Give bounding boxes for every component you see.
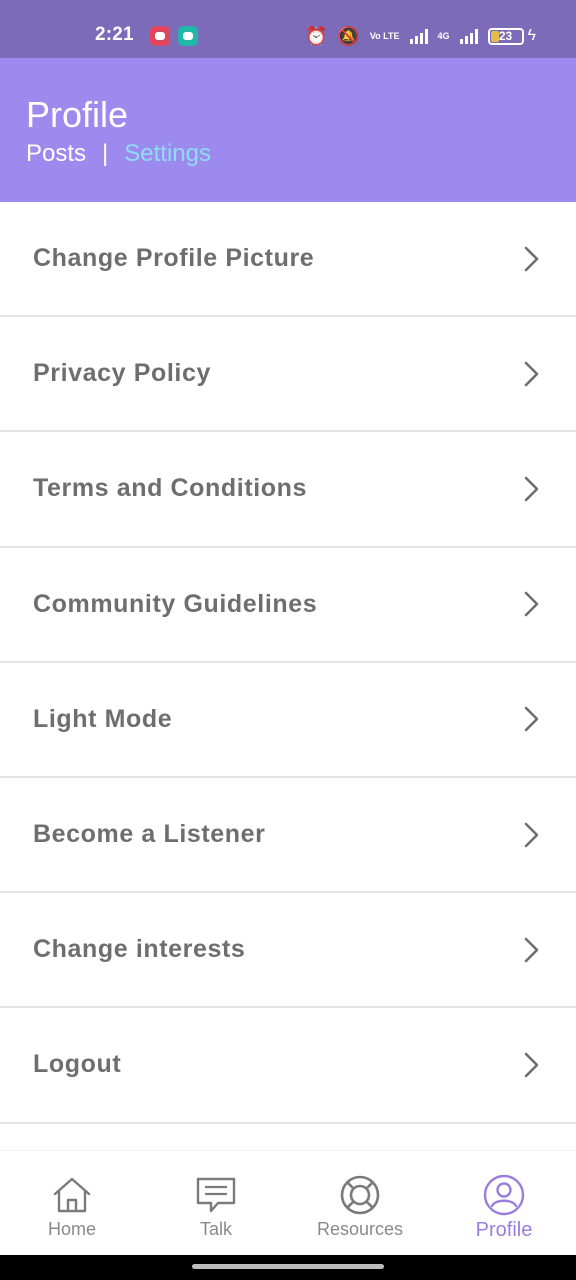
settings-item-label: Logout [33,1050,122,1079]
chevron-right-icon [524,476,539,502]
signal-icon [409,28,428,44]
settings-item-label: Community Guidelines [33,589,318,618]
settings-item-light-mode[interactable]: Light Mode [0,663,576,778]
4g-signal-icon [459,28,478,44]
volte-icon: Vo LTE [369,30,400,41]
screen-record-icon [150,26,170,46]
nav-item-profile[interactable]: Profile [432,1151,576,1255]
tab-posts[interactable]: Posts [26,140,86,168]
settings-item-terms-and-conditions[interactable]: Terms and Conditions [0,432,576,548]
battery-icon: 23 [487,27,524,45]
settings-item-change-profile-picture[interactable]: Change Profile Picture [0,202,576,318]
tab-settings[interactable]: Settings [124,140,211,168]
page-title: Profile [26,94,129,135]
chevron-right-icon [524,1052,539,1078]
status-bar: 2:21 ⏰ 🔕 Vo LTE 4G 23 ϟ [0,0,576,58]
profile-header: Profile Posts | Settings [0,58,576,202]
settings-item-label: Change Profile Picture [33,244,315,273]
tab-separator: | [102,140,109,167]
settings-item-label: Privacy Policy [33,359,211,388]
nav-label: Home [47,1219,96,1239]
settings-item-label: Terms and Conditions [33,474,308,503]
nav-item-resources[interactable]: Resources [288,1151,432,1255]
settings-item-label: Become a Listener [33,820,266,849]
settings-item-community-guidelines[interactable]: Community Guidelines [0,548,576,663]
bottom-nav: Home Talk Resources Profile [0,1150,576,1255]
chevron-right-icon [524,246,539,271]
chevron-right-icon [524,591,539,617]
chevron-right-icon [524,822,539,847]
header-tabs: Posts | Settings [26,140,211,168]
status-icons: ⏰ 🔕 Vo LTE 4G 23 ϟ [305,26,536,46]
settings-item-logout[interactable]: Logout [0,1008,576,1124]
charging-icon: ϟ [527,27,536,44]
status-time: 2:21 [95,24,134,45]
gesture-handle[interactable] [192,1264,384,1269]
settings-list: Change Profile Picture Privacy Policy Te… [0,202,576,1124]
4g-label: 4G [437,30,450,41]
battery-level: 23 [498,29,513,43]
chevron-right-icon [524,707,539,732]
chevron-right-icon [524,361,539,387]
settings-item-label: Change interests [33,935,246,964]
alarm-icon: ⏰ [305,26,328,46]
mute-icon: 🔕 [337,26,360,46]
settings-item-privacy-policy[interactable]: Privacy Policy [0,317,576,433]
chat-bubble-icon [196,1177,236,1213]
nav-item-talk[interactable]: Talk [144,1151,288,1255]
settings-item-change-interests[interactable]: Change interests [0,893,576,1009]
nav-label: Talk [199,1219,232,1239]
home-icon [53,1177,91,1213]
nav-item-home[interactable]: Home [0,1151,144,1255]
chat-notification-icon [178,26,198,46]
nav-label: Profile [475,1219,533,1241]
settings-item-label: Light Mode [33,704,173,733]
lifebuoy-icon [340,1175,380,1215]
chevron-right-icon [524,937,539,963]
user-circle-icon [483,1174,525,1216]
nav-label: Resources [316,1219,404,1239]
settings-item-become-a-listener[interactable]: Become a Listener [0,778,576,894]
